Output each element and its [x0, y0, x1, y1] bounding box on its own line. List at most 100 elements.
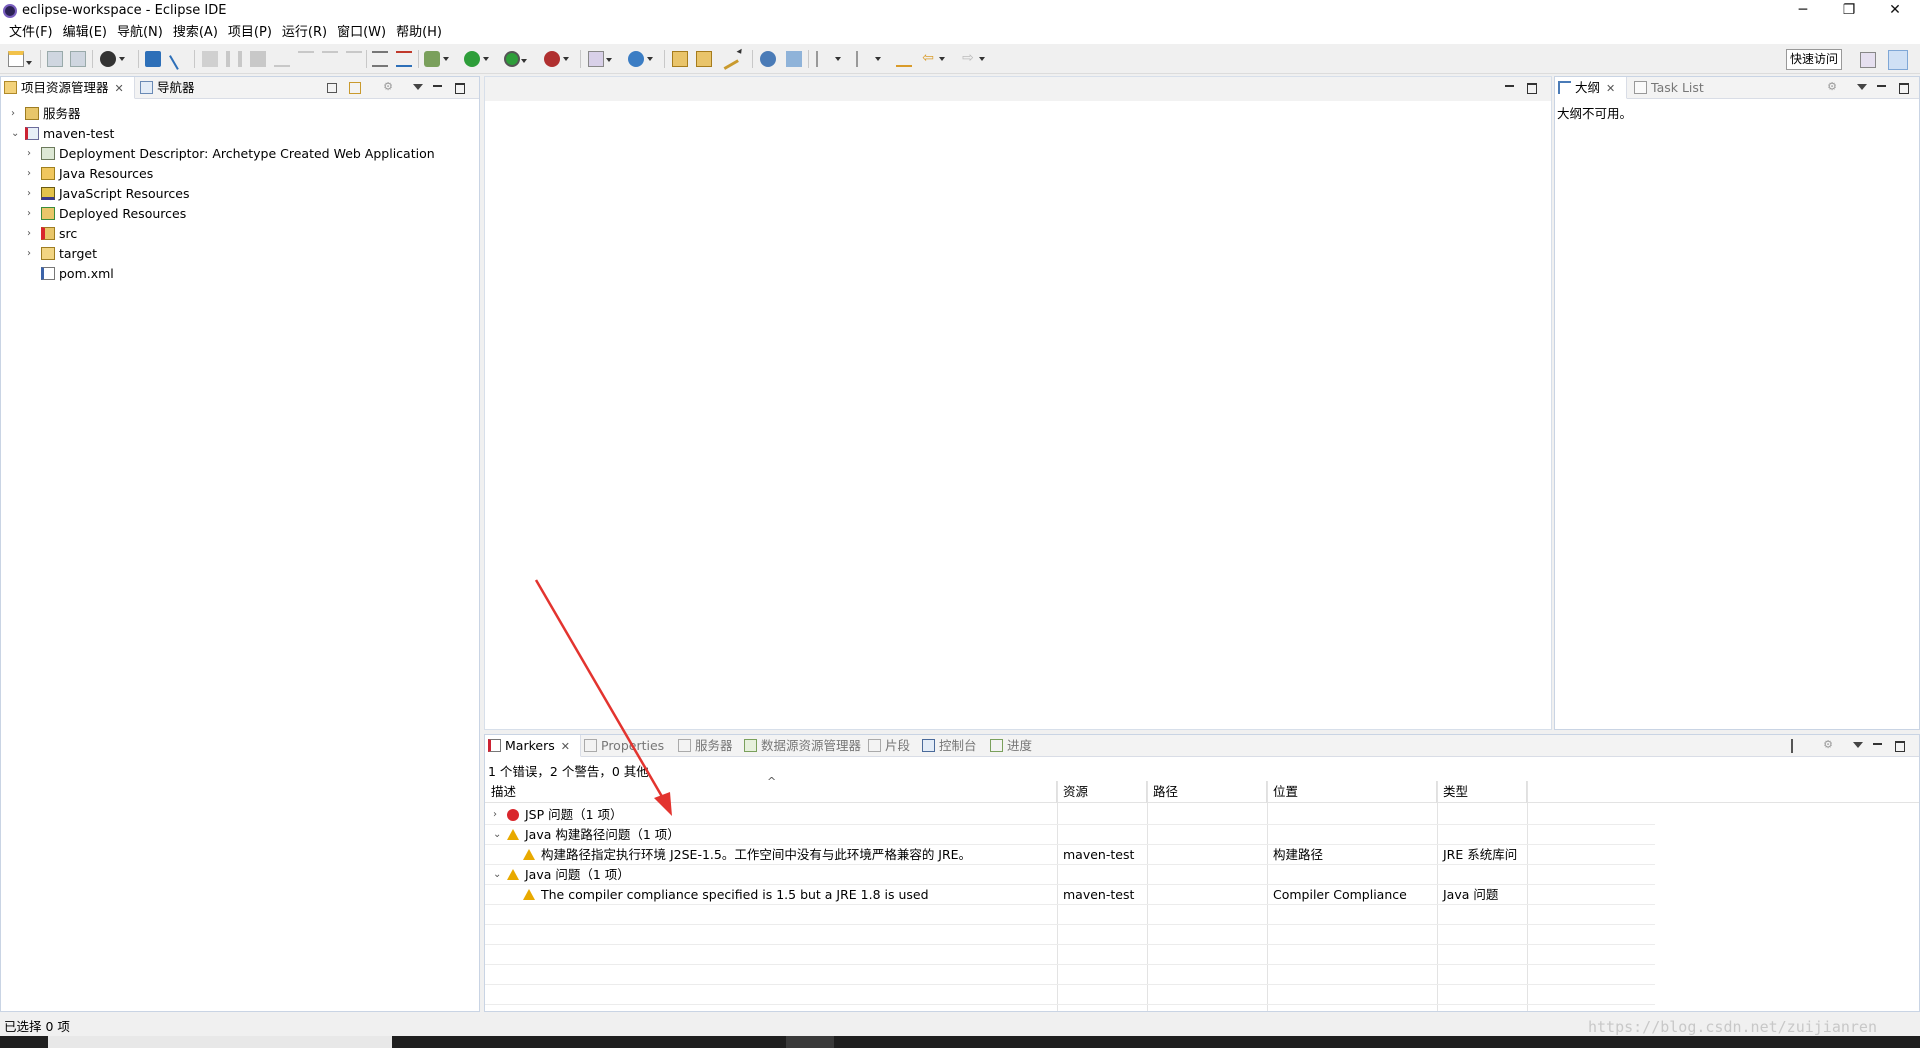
- menu-edit[interactable]: 编辑(E): [58, 22, 112, 44]
- expand-arrow-icon[interactable]: ›: [27, 204, 37, 224]
- taskbar-item[interactable]: [786, 1036, 834, 1048]
- restore-window-button[interactable]: ❐: [1826, 0, 1872, 22]
- collapse-arrow-icon[interactable]: ⌄: [487, 825, 501, 845]
- minimize-icon[interactable]: [1871, 739, 1885, 753]
- save-icon[interactable]: [47, 51, 63, 67]
- previous-annotation-icon[interactable]: [856, 51, 881, 67]
- collapse-arrow-icon[interactable]: ⌄: [487, 865, 501, 885]
- menu-search[interactable]: 搜索(A): [168, 22, 223, 44]
- disconnect-icon[interactable]: [274, 51, 290, 67]
- tab-data-source-explorer[interactable]: 数据源资源管理器: [741, 735, 861, 757]
- close-icon[interactable]: ✕: [1606, 78, 1615, 100]
- tab-progress[interactable]: 进度: [987, 735, 1032, 757]
- collapse-all-icon[interactable]: [327, 83, 337, 93]
- link-with-editor-icon[interactable]: [349, 82, 361, 94]
- tree-item-servers[interactable]: › 服务器: [1, 104, 479, 124]
- maximize-icon[interactable]: [1893, 739, 1907, 753]
- menu-project[interactable]: 项目(P): [223, 22, 277, 44]
- filters-icon[interactable]: ⚙: [1821, 739, 1835, 753]
- view-menu-icon[interactable]: [411, 81, 425, 95]
- use-step-filters-icon[interactable]: [372, 51, 388, 67]
- expand-arrow-icon[interactable]: ›: [27, 244, 37, 264]
- web-browser-icon[interactable]: [760, 51, 776, 67]
- tab-console[interactable]: 控制台: [919, 735, 977, 757]
- external-tools-icon[interactable]: [544, 51, 569, 67]
- table-row[interactable]: 构建路径指定执行环境 J2SE-1.5。工作空间中没有与此环境严格兼容的 JRE…: [485, 845, 1655, 865]
- new-icon[interactable]: [8, 51, 32, 67]
- minimize-icon[interactable]: [1875, 81, 1889, 95]
- table-row[interactable]: The compiler compliance specified is 1.5…: [485, 885, 1655, 905]
- tree-item-java-resources[interactable]: › Java Resources: [1, 164, 479, 184]
- terminate-icon[interactable]: [250, 51, 266, 67]
- next-annotation-icon[interactable]: [816, 51, 841, 67]
- debug-icon[interactable]: [424, 51, 449, 67]
- tab-outline[interactable]: 大纲 ✕: [1555, 77, 1627, 99]
- save-all-icon[interactable]: [70, 51, 86, 67]
- tree-item-deployed-resources[interactable]: › Deployed Resources: [1, 204, 479, 224]
- close-icon[interactable]: ✕: [115, 78, 124, 100]
- expand-arrow-icon[interactable]: ›: [27, 164, 37, 184]
- minimize-icon[interactable]: [431, 81, 445, 95]
- tree-item-javascript-resources[interactable]: › JavaScript Resources: [1, 184, 479, 204]
- collapse-arrow-icon[interactable]: ⌄: [11, 124, 21, 144]
- column-header-path[interactable]: 路径: [1147, 781, 1267, 803]
- forward-icon[interactable]: ⇨: [960, 51, 985, 67]
- new-java-package-icon[interactable]: [588, 51, 612, 67]
- maximize-icon[interactable]: [1525, 81, 1539, 95]
- skip-breakpoints-icon[interactable]: [169, 48, 191, 70]
- expand-arrow-icon[interactable]: ›: [27, 224, 37, 244]
- tab-task-list[interactable]: Task List: [1631, 77, 1704, 99]
- close-window-button[interactable]: ✕: [1872, 0, 1918, 22]
- run-icon[interactable]: [464, 51, 489, 67]
- quick-access-field[interactable]: 快速访问: [1786, 49, 1842, 70]
- tree-item-target[interactable]: › target: [1, 244, 479, 264]
- last-edit-location-icon[interactable]: [896, 51, 912, 67]
- taskbar-item[interactable]: [48, 1036, 392, 1048]
- tab-snippets[interactable]: 片段: [865, 735, 910, 757]
- focus-on-active-task-icon[interactable]: [1791, 739, 1805, 753]
- expand-arrow-icon[interactable]: ›: [27, 144, 37, 164]
- step-return-icon[interactable]: [346, 51, 362, 67]
- open-type-icon[interactable]: [672, 51, 688, 67]
- tab-servers[interactable]: 服务器: [675, 735, 733, 757]
- toggle-breakpoint-icon[interactable]: [396, 51, 412, 67]
- filters-icon[interactable]: ⚙: [1825, 81, 1839, 95]
- menu-navigate[interactable]: 导航(N): [112, 22, 168, 44]
- menu-run[interactable]: 运行(R): [277, 22, 332, 44]
- filters-icon[interactable]: ⚙: [381, 81, 395, 95]
- tab-project-explorer[interactable]: 项目资源管理器 ✕: [1, 77, 135, 99]
- menu-help[interactable]: 帮助(H): [391, 22, 447, 44]
- step-over-icon[interactable]: [322, 51, 338, 67]
- java-ee-perspective-icon[interactable]: [1888, 50, 1908, 70]
- new-java-class-icon[interactable]: [628, 51, 653, 67]
- tree-item-pom-xml[interactable]: pom.xml: [1, 264, 479, 284]
- annotation-icon[interactable]: [786, 51, 802, 67]
- tree-item-deployment-descriptor[interactable]: › Deployment Descriptor: Archetype Creat…: [1, 144, 479, 164]
- maximize-icon[interactable]: [453, 81, 467, 95]
- open-task-icon[interactable]: [696, 51, 712, 67]
- expand-arrow-icon[interactable]: ›: [487, 805, 497, 825]
- expand-arrow-icon[interactable]: ›: [11, 104, 21, 124]
- column-header-resource[interactable]: 资源: [1057, 781, 1147, 803]
- tree-item-maven-test[interactable]: ⌄ maven-test: [1, 124, 479, 144]
- column-header-type[interactable]: 类型: [1437, 781, 1527, 803]
- maximize-icon[interactable]: [1897, 81, 1911, 95]
- minimize-icon[interactable]: [1503, 81, 1517, 95]
- terminal-icon[interactable]: [145, 51, 161, 67]
- table-row[interactable]: › JSP 问题（1 项）: [485, 805, 1655, 825]
- back-icon[interactable]: ⇦: [920, 51, 945, 67]
- column-header-location[interactable]: 位置: [1267, 781, 1437, 803]
- run-coverage-icon[interactable]: [504, 51, 527, 67]
- expand-arrow-icon[interactable]: ›: [27, 184, 37, 204]
- profile-icon[interactable]: [100, 51, 125, 67]
- tree-item-src[interactable]: › src: [1, 224, 479, 244]
- table-row[interactable]: ⌄ Java 问题（1 项）: [485, 865, 1655, 885]
- open-perspective-icon[interactable]: [1860, 52, 1876, 68]
- tab-navigator[interactable]: 导航器: [137, 77, 195, 99]
- tab-properties[interactable]: Properties: [581, 735, 664, 757]
- table-row[interactable]: ⌄ Java 构建路径问题（1 项）: [485, 825, 1655, 845]
- menu-window[interactable]: 窗口(W): [332, 22, 391, 44]
- view-menu-icon[interactable]: [1851, 739, 1865, 753]
- menu-file[interactable]: 文件(F): [4, 22, 58, 44]
- suspend-icon[interactable]: [226, 51, 242, 67]
